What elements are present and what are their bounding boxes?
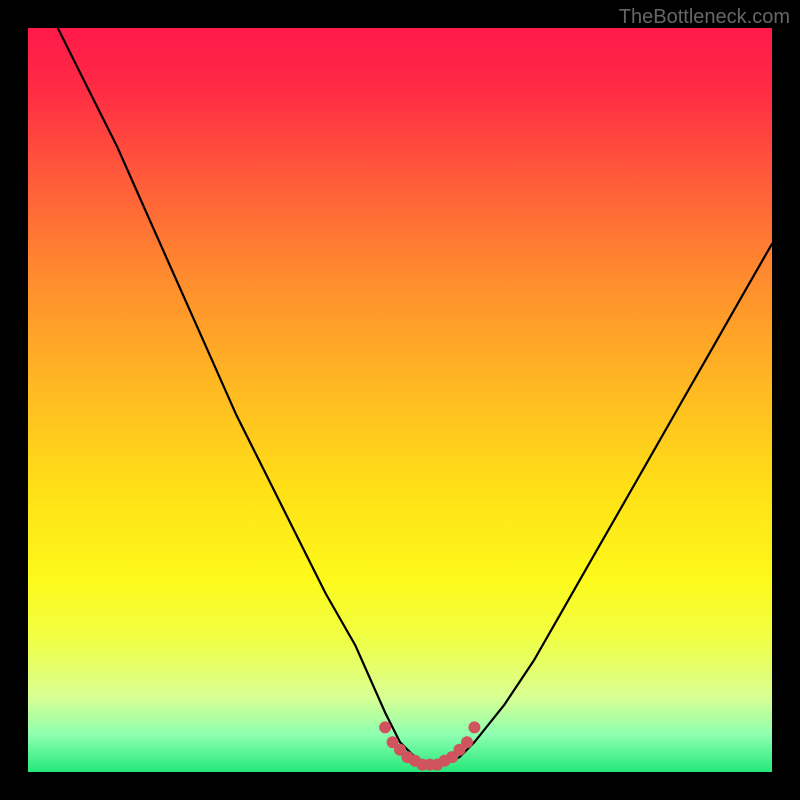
chart-gradient-background [28,28,772,772]
bottleneck-curve-line [58,28,772,765]
optimal-marker [468,721,480,733]
optimal-marker [461,736,473,748]
watermark-text: TheBottleneck.com [619,6,790,29]
optimal-marker [379,721,391,733]
bottleneck-chart [28,28,772,772]
